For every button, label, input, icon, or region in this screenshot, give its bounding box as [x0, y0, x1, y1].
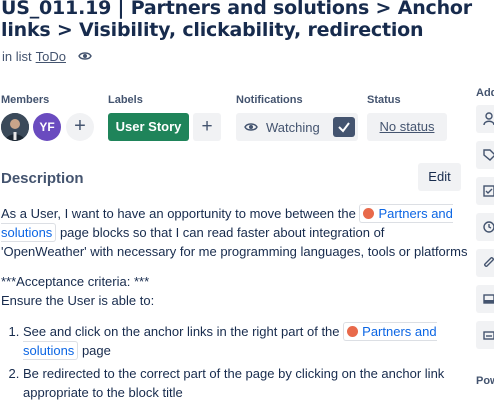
power-ups-label: Pow	[476, 375, 494, 387]
sidebar-dates-button[interactable]	[476, 213, 494, 241]
card-title[interactable]: US_011.19 | Partners and solutions > Anc…	[1, 0, 491, 41]
description-paragraph: As a User, I want to have an opportunity…	[1, 204, 471, 261]
edit-button[interactable]: Edit	[418, 163, 461, 191]
label-chip[interactable]: User Story	[108, 113, 189, 141]
sidebar-members-button[interactable]	[476, 105, 494, 133]
list-link[interactable]: ToDo	[36, 49, 66, 64]
ensure-text: Ensure the User is able to:	[1, 293, 155, 308]
description-heading: Description	[1, 170, 84, 187]
favicon-icon	[347, 326, 359, 337]
add-to-card-label: Add	[476, 87, 494, 99]
criteria-list: See and click on the anchor links in the…	[1, 322, 471, 406]
eye-icon	[78, 49, 92, 64]
add-label-button[interactable]: +	[193, 113, 221, 141]
watch-button[interactable]: Watching	[236, 113, 358, 141]
notifications-label: Notifications	[236, 94, 303, 106]
sidebar-attachment-button[interactable]	[476, 249, 494, 277]
sidebar-cover-button[interactable]	[476, 285, 494, 313]
watching-label: Watching	[266, 119, 320, 135]
favicon-icon	[363, 208, 375, 219]
acceptance-criteria: ***Acceptance criteria: ***	[1, 274, 150, 289]
sidebar-labels-button[interactable]	[476, 141, 494, 169]
list-info: in list ToDo	[2, 49, 92, 64]
list-item: Be redirected to the correct part of the…	[23, 364, 471, 402]
eye-icon	[244, 120, 258, 135]
in-list-prefix: in list	[2, 49, 32, 64]
labels-label: Labels	[108, 94, 143, 106]
check-icon	[333, 117, 355, 137]
sidebar-checklist-button[interactable]	[476, 177, 494, 205]
status-button[interactable]: No status	[367, 113, 447, 141]
avatar[interactable]	[1, 113, 29, 141]
status-label: Status	[367, 94, 401, 106]
list-item-text: See and click on the anchor links in the…	[23, 324, 340, 339]
sidebar-custom-fields-button[interactable]	[476, 321, 494, 349]
list-item-text: page	[81, 343, 111, 358]
avatar-initials[interactable]: YF	[33, 113, 61, 141]
list-item: See and click on the anchor links in the…	[23, 322, 471, 360]
members-label: Members	[1, 94, 50, 106]
add-member-button[interactable]: +	[66, 113, 94, 141]
description-text: As a User, I want to have an opportunity…	[1, 206, 356, 221]
description-text: page blocks so that I can read faster ab…	[1, 225, 468, 259]
